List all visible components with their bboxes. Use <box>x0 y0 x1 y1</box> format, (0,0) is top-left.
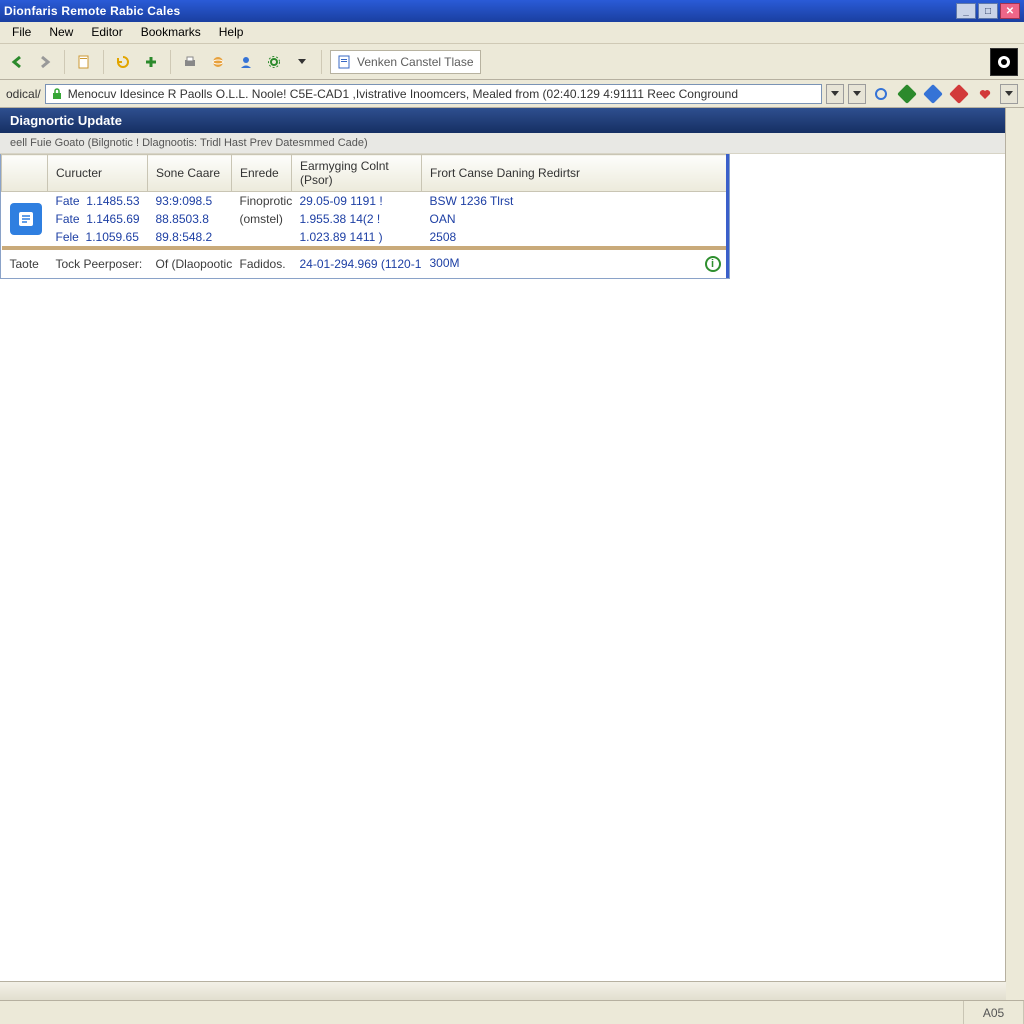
window-maximize-button[interactable]: □ <box>978 3 998 19</box>
forward-icon[interactable] <box>34 51 56 73</box>
cell: 93:9:098.5 <box>148 192 232 211</box>
info-icon[interactable]: i <box>705 256 721 272</box>
status-right: A05 <box>964 1001 1024 1024</box>
cell: 24-01-294.969 (1120-1 <box>292 250 422 278</box>
menu-bookmarks[interactable]: Bookmarks <box>133 22 209 43</box>
window-close-button[interactable]: ✕ <box>1000 3 1020 19</box>
cell: 89.8:548.2 <box>148 228 232 246</box>
row-icon-cell <box>2 192 48 247</box>
menu-new[interactable]: New <box>41 22 81 43</box>
diamond-green-icon[interactable] <box>896 83 918 105</box>
cell: Fadidos. <box>232 250 292 278</box>
cell: 300M i <box>422 250 729 278</box>
cell: Finoprotic <box>232 192 292 211</box>
table-row[interactable]: Fate 1.1465.69 88.8503.8 (omstel) 1.955.… <box>2 210 729 228</box>
status-left <box>0 1001 964 1024</box>
toolbar: Venken Canstel Tlase <box>0 44 1024 80</box>
cell: 2508 <box>422 228 729 246</box>
gear-icon[interactable] <box>263 51 285 73</box>
col-enrede[interactable]: Enrede <box>232 155 292 192</box>
address-input[interactable]: Menocuv Idesince R Paolls O.L.L. Noole! … <box>45 84 822 104</box>
reload-icon[interactable] <box>870 83 892 105</box>
back-icon[interactable] <box>6 51 28 73</box>
col-icon[interactable] <box>2 155 48 192</box>
menu-help[interactable]: Help <box>211 22 252 43</box>
globe-icon[interactable] <box>207 51 229 73</box>
window-minimize-button[interactable]: _ <box>956 3 976 19</box>
table-row[interactable]: Fate 1.1485.53 93:9:098.5 Finoprotic 29.… <box>2 192 729 211</box>
refresh-icon[interactable] <box>112 51 134 73</box>
section-subcaption: eell Fuie Goato (Bilgnotic ! Dlagnootis:… <box>0 133 1006 154</box>
print-icon[interactable] <box>179 51 201 73</box>
cell: OAN <box>422 210 729 228</box>
cell: Fate <box>56 194 80 208</box>
col-earm[interactable]: Earmyging Colnt (Psor) <box>292 155 422 192</box>
table-row[interactable]: Fele 1.1059.65 89.8:548.2 1.023.89 1411 … <box>2 228 729 246</box>
menu-editor[interactable]: Editor <box>83 22 130 43</box>
document-icon <box>10 203 42 235</box>
diamond-red-icon[interactable] <box>948 83 970 105</box>
window-title: Dionfaris Remote Rabic Cales <box>4 4 954 18</box>
plus-icon[interactable] <box>140 51 162 73</box>
address-extra-dropdown[interactable] <box>1000 84 1018 104</box>
page-icon <box>337 55 351 69</box>
col-sone[interactable]: Sone Caare <box>148 155 232 192</box>
table-footer-row[interactable]: Taote Tock Peerposer: Of (Dlaopootic Fad… <box>2 250 729 278</box>
cell: 1.1465.69 <box>86 212 139 226</box>
cell: BSW 1236 Tlrst <box>422 192 729 211</box>
section-header: Diagnortic Update <box>0 108 1006 133</box>
toolbar-separator <box>321 50 322 74</box>
address-label: odical/ <box>6 87 41 101</box>
col-frort[interactable]: Frort Canse Daning Redirtsr <box>422 155 729 192</box>
cell: 1.023.89 1411 ) <box>292 228 422 246</box>
cell: 29.05-09 1191 ! <box>292 192 422 211</box>
lock-icon <box>50 87 64 101</box>
cell: Fele <box>56 230 79 244</box>
cell: 1.1485.53 <box>86 194 139 208</box>
dropdown-icon[interactable] <box>291 51 313 73</box>
new-doc-icon[interactable] <box>73 51 95 73</box>
diagnostic-table: Curucter Sone Caare Enrede Earmyging Col… <box>1 154 729 278</box>
cell: Tock Peerposer: <box>48 250 148 278</box>
menu-file[interactable]: File <box>4 22 39 43</box>
cell: Taote <box>2 250 48 278</box>
toolbar-chip-label: Venken Canstel Tlase <box>357 55 474 69</box>
cell: Of (Dlaopootic <box>148 250 232 278</box>
cell: Fate <box>56 212 80 226</box>
cell: 88.8503.8 <box>148 210 232 228</box>
table-header-row: Curucter Sone Caare Enrede Earmyging Col… <box>2 155 729 192</box>
brand-badge <box>990 48 1018 76</box>
cell: 1.955.38 14(2 ! <box>292 210 422 228</box>
address-go-dropdown[interactable] <box>848 84 866 104</box>
address-bar: odical/ Menocuv Idesince R Paolls O.L.L.… <box>0 80 1024 108</box>
diamond-blue-icon[interactable] <box>922 83 944 105</box>
toolbar-chip[interactable]: Venken Canstel Tlase <box>330 50 481 74</box>
menubar: File New Editor Bookmarks Help <box>0 22 1024 44</box>
col-curucter[interactable]: Curucter <box>48 155 148 192</box>
heart-icon[interactable] <box>974 83 996 105</box>
content-area: Diagnortic Update eell Fuie Goato (Bilgn… <box>0 108 1024 1000</box>
cell <box>232 228 292 246</box>
user-icon[interactable] <box>235 51 257 73</box>
address-text: Menocuv Idesince R Paolls O.L.L. Noole! … <box>68 87 738 101</box>
cell: (omstel) <box>232 210 292 228</box>
diagnostic-panel: Curucter Sone Caare Enrede Earmyging Col… <box>0 154 730 279</box>
toolbar-separator <box>64 50 65 74</box>
statusbar: A05 <box>0 1000 1024 1024</box>
window-titlebar: Dionfaris Remote Rabic Cales _ □ ✕ <box>0 0 1024 22</box>
address-history-dropdown[interactable] <box>826 84 844 104</box>
toolbar-separator <box>103 50 104 74</box>
cell: 1.1059.65 <box>86 230 139 244</box>
toolbar-separator <box>170 50 171 74</box>
